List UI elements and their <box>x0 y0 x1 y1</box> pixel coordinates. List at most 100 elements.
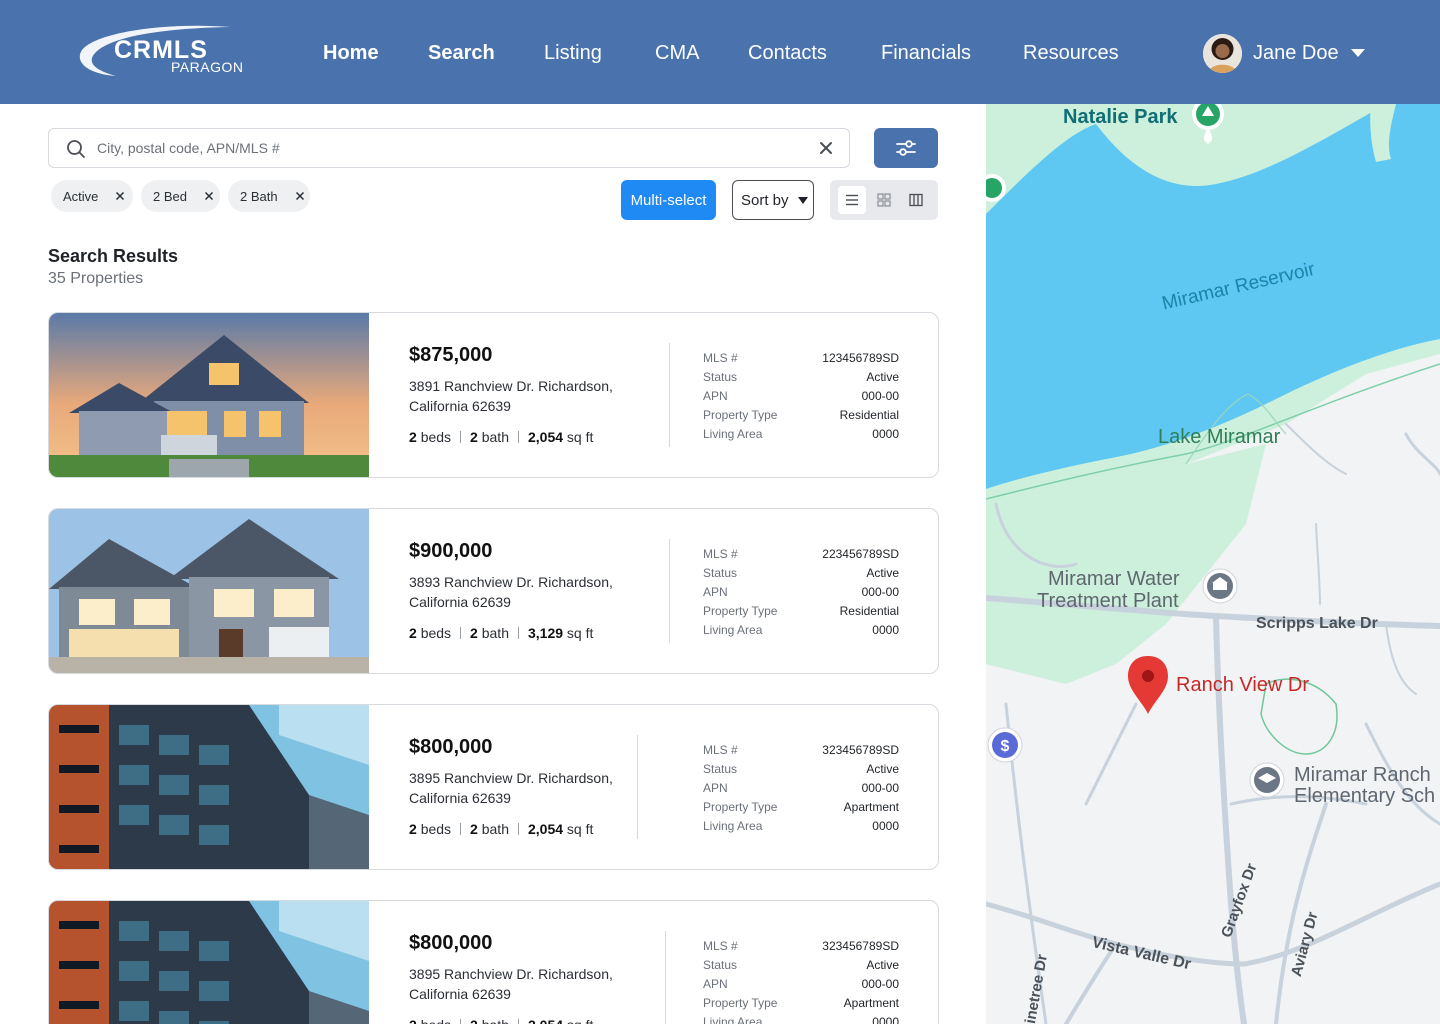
close-icon[interactable] <box>204 191 214 201</box>
detail-value: Residential <box>839 604 899 618</box>
beds-stat: 2 beds <box>409 1016 451 1024</box>
detail-value: Apartment <box>843 996 899 1010</box>
listing-card[interactable]: $875,000 3891 Ranchview Dr. Richardson, … <box>48 312 939 478</box>
house-photo-icon <box>49 313 369 477</box>
svg-text:$: $ <box>1001 738 1010 755</box>
chevron-down-icon[interactable] <box>1350 49 1365 57</box>
apartment-photo-icon <box>49 705 369 869</box>
listing-photo[interactable] <box>49 313 369 477</box>
detail-row-status: Status Active <box>703 956 899 975</box>
stat-divider <box>517 431 519 443</box>
list-icon <box>846 194 858 206</box>
filter-chip-2-bath[interactable]: 2 Bath <box>228 180 310 212</box>
detail-label: APN <box>703 389 728 403</box>
close-icon[interactable] <box>819 141 833 155</box>
sliders-icon <box>896 140 916 156</box>
stat-value: 3,129 <box>527 625 564 641</box>
detail-row-apn: APN 000-00 <box>703 387 899 406</box>
address-line-2: California 62639 <box>409 986 511 1002</box>
detail-row-status: Status Active <box>703 564 899 583</box>
detail-label: Status <box>703 958 738 972</box>
detail-label: Property Type <box>703 604 778 618</box>
listing-details: MLS #223456789SD Status Active APN 000-00 … <box>703 545 899 640</box>
grid-view-button[interactable] <box>870 186 898 214</box>
listing-card[interactable]: $800,000 3895 Ranchview Dr. Richardson, … <box>48 704 939 870</box>
listing-card[interactable]: $900,000 3893 Ranchview Dr. Richardson, … <box>48 508 939 674</box>
listing-details: MLS #323456789SD Status Active APN 000-00 … <box>703 937 899 1024</box>
user-menu[interactable]: Jane Doe <box>1203 33 1365 73</box>
list-view-button[interactable] <box>838 186 866 214</box>
map-label-ranch-view-dr[interactable]: Ranch View Dr <box>1176 674 1309 697</box>
detail-value: 000-00 <box>861 977 899 991</box>
detail-label: Property Type <box>703 408 778 422</box>
address-line-2: California 62639 <box>409 790 511 806</box>
stat-divider <box>517 823 519 835</box>
stat-unit: sq ft <box>566 625 594 641</box>
listing-card[interactable]: $800,000 3895 Ranchview Dr. Richardson, … <box>48 900 939 1024</box>
listing-photo[interactable] <box>49 705 369 869</box>
detail-value: Residential <box>839 408 899 422</box>
map-canvas[interactable]: $ <box>986 104 1440 1024</box>
nav-listing[interactable]: Listing <box>544 40 602 66</box>
nav-contacts[interactable]: Contacts <box>748 40 827 66</box>
detail-row-apn: APN 000-00 <box>703 779 899 798</box>
detail-value: Active <box>866 370 899 384</box>
search-input[interactable] <box>97 137 797 159</box>
beds-stat: 2 beds <box>409 820 451 838</box>
filter-chip-2-bed[interactable]: 2 Bed <box>141 180 220 212</box>
multi-select-button[interactable]: Multi-select <box>621 180 716 220</box>
map-label-lake[interactable]: Lake Miramar <box>1158 426 1280 449</box>
detail-row-property-type: Property Type Apartment <box>703 994 899 1013</box>
close-icon[interactable] <box>115 191 125 201</box>
detail-label: MLS # <box>703 939 738 953</box>
detail-value: 323456789SD <box>822 743 899 757</box>
address-line-1: 3893 Ranchview Dr. Richardson, <box>409 574 613 590</box>
stat-divider <box>460 431 462 443</box>
crmls-paragon-logo[interactable]: CRMLS PARAGON <box>76 24 246 80</box>
detail-row-mls: MLS # 223456789SD <box>703 545 899 564</box>
listing-photo[interactable] <box>49 901 369 1024</box>
map-label-school-2[interactable]: Elementary Sch <box>1294 785 1435 808</box>
detail-value: 0000 <box>872 427 899 441</box>
user-photo-icon <box>1203 33 1242 73</box>
close-icon[interactable] <box>295 191 305 201</box>
detail-row-property-type: Property Type Residential <box>703 602 899 621</box>
map-label-water-plant-1[interactable]: Miramar Water <box>1048 568 1179 591</box>
nav-home[interactable]: Home <box>323 40 379 66</box>
detail-row-status: Status Active <box>703 760 899 779</box>
stat-unit: bath <box>481 625 509 641</box>
listing-price: $875,000 <box>409 344 493 366</box>
baths-stat: 2 bath <box>470 820 509 838</box>
detail-label: Living Area <box>703 819 763 833</box>
address-line-1: 3891 Ranchview Dr. Richardson, <box>409 378 613 394</box>
detail-row-living-area: Living Area 0000 <box>703 621 899 640</box>
detail-label: MLS # <box>703 743 738 757</box>
map-label-school-1[interactable]: Miramar Ranch <box>1294 764 1431 787</box>
stat-value: 2 <box>470 625 478 641</box>
map-view[interactable]: $ Natalie Park Miramar Reservoir Lake Mi… <box>986 104 1440 1024</box>
detail-value: Active <box>866 958 899 972</box>
column-view-button[interactable] <box>902 186 930 214</box>
avatar[interactable] <box>1203 33 1242 73</box>
sqft-stat: 2,054 sq ft <box>528 1016 593 1024</box>
stat-value: 2 <box>409 1017 417 1024</box>
stat-value: 2,054 <box>527 821 564 837</box>
nav-search[interactable]: Search <box>428 40 495 66</box>
beds-stat: 2 beds <box>409 428 451 446</box>
sort-by-select[interactable]: Sort by <box>732 180 814 220</box>
top-navigation-bar: CRMLS PARAGON Home Search Listing CMA Co… <box>0 0 1440 104</box>
stat-value: 2 <box>409 625 417 641</box>
listing-photo[interactable] <box>49 509 369 673</box>
nav-cma[interactable]: CMA <box>655 40 699 66</box>
filters-button[interactable] <box>874 128 938 168</box>
map-label-water-plant-2[interactable]: Treatment Plant <box>1037 590 1179 613</box>
map-label-scripps-lake-dr[interactable]: Scripps Lake Dr <box>1256 615 1378 633</box>
address-line-1: 3895 Ranchview Dr. Richardson, <box>409 770 613 786</box>
nav-financials[interactable]: Financials <box>881 40 971 66</box>
nav-resources[interactable]: Resources <box>1023 40 1119 66</box>
map-label-natalie-park[interactable]: Natalie Park <box>1063 106 1178 129</box>
stat-value: 2,054 <box>528 1017 563 1024</box>
filter-chip-active[interactable]: Active <box>51 180 133 212</box>
view-toggle <box>830 180 938 220</box>
stat-divider <box>517 1019 519 1024</box>
